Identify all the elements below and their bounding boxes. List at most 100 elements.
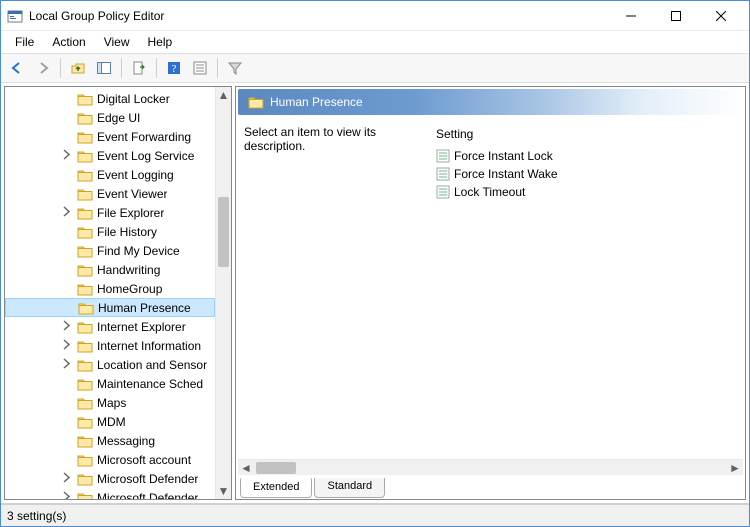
window-title: Local Group Policy Editor bbox=[29, 9, 164, 23]
tree-item[interactable]: Edge UI bbox=[5, 108, 215, 127]
folder-icon bbox=[77, 92, 93, 106]
folder-icon bbox=[77, 339, 93, 353]
toolbar: ? bbox=[1, 53, 749, 83]
help-button[interactable]: ? bbox=[162, 56, 186, 80]
tree-item[interactable]: Handwriting bbox=[5, 260, 215, 279]
expand-icon[interactable] bbox=[61, 491, 72, 499]
export-button[interactable] bbox=[127, 56, 151, 80]
setting-item[interactable]: Lock Timeout bbox=[434, 183, 741, 201]
tree-item[interactable]: Internet Explorer bbox=[5, 317, 215, 336]
settings-column-header[interactable]: Setting bbox=[434, 125, 741, 147]
folder-icon bbox=[77, 453, 93, 467]
folder-icon bbox=[77, 396, 93, 410]
policy-icon bbox=[436, 149, 450, 163]
folder-icon bbox=[77, 149, 93, 163]
tree-item[interactable]: Maps bbox=[5, 393, 215, 412]
folder-icon bbox=[77, 206, 93, 220]
tree-item[interactable]: Find My Device bbox=[5, 241, 215, 260]
tree-item-label: Event Viewer bbox=[97, 187, 167, 201]
folder-icon bbox=[77, 377, 93, 391]
folder-icon bbox=[78, 301, 94, 315]
app-icon bbox=[7, 8, 23, 24]
detail-pane: Human Presence Select an item to view it… bbox=[235, 86, 746, 500]
scroll-left-icon[interactable]: ◄ bbox=[238, 461, 254, 475]
folder-icon bbox=[77, 472, 93, 486]
scroll-thumb-h[interactable] bbox=[256, 462, 296, 474]
tree-item-label: Internet Information bbox=[97, 339, 201, 353]
filter-button[interactable] bbox=[223, 56, 247, 80]
tree-item-label: Location and Sensor bbox=[97, 358, 207, 372]
maximize-button[interactable] bbox=[653, 2, 698, 30]
expand-icon[interactable] bbox=[61, 472, 72, 483]
folder-icon bbox=[77, 263, 93, 277]
detail-h-scrollbar[interactable]: ◄ ► bbox=[238, 459, 743, 475]
tree-item[interactable]: Microsoft Defender bbox=[5, 488, 215, 499]
minimize-button[interactable] bbox=[608, 2, 653, 30]
tree-item[interactable]: Event Logging bbox=[5, 165, 215, 184]
policy-icon bbox=[436, 185, 450, 199]
tree-item-label: File History bbox=[97, 225, 157, 239]
tab-extended[interactable]: Extended bbox=[240, 478, 312, 498]
expand-icon[interactable] bbox=[61, 320, 72, 331]
tree-item[interactable]: File Explorer bbox=[5, 203, 215, 222]
tree-item[interactable]: Event Viewer bbox=[5, 184, 215, 203]
scroll-right-icon[interactable]: ► bbox=[727, 461, 743, 475]
tree-item-label: Maps bbox=[97, 396, 126, 410]
tree-item-label: Handwriting bbox=[97, 263, 160, 277]
tab-standard[interactable]: Standard bbox=[314, 478, 385, 498]
menu-view[interactable]: View bbox=[96, 33, 138, 51]
setting-label: Lock Timeout bbox=[454, 185, 525, 199]
tree-item-label: Internet Explorer bbox=[97, 320, 186, 334]
toolbar-separator bbox=[217, 58, 218, 78]
scroll-up-icon[interactable]: ▲ bbox=[216, 87, 231, 103]
tree-item[interactable]: Human Presence bbox=[5, 298, 215, 317]
scroll-thumb[interactable] bbox=[218, 197, 229, 267]
tree-item[interactable]: Digital Locker bbox=[5, 89, 215, 108]
detail-header-title: Human Presence bbox=[270, 95, 363, 109]
up-level-button[interactable] bbox=[66, 56, 90, 80]
expand-icon[interactable] bbox=[61, 339, 72, 350]
tree-item-label: Find My Device bbox=[97, 244, 180, 258]
tree-item[interactable]: MDM bbox=[5, 412, 215, 431]
expand-icon[interactable] bbox=[61, 149, 72, 160]
properties-button[interactable] bbox=[188, 56, 212, 80]
content-area: Digital LockerEdge UIEvent ForwardingEve… bbox=[1, 83, 749, 504]
menubar: File Action View Help bbox=[1, 31, 749, 53]
tree-item[interactable]: Microsoft account bbox=[5, 450, 215, 469]
tree-item[interactable]: Internet Information bbox=[5, 336, 215, 355]
detail-tabs: Extended Standard bbox=[236, 477, 745, 499]
close-button[interactable] bbox=[698, 2, 743, 30]
folder-icon bbox=[77, 130, 93, 144]
folder-icon bbox=[77, 320, 93, 334]
toolbar-separator bbox=[121, 58, 122, 78]
tree-item-label: Digital Locker bbox=[97, 92, 170, 106]
tree-item[interactable]: Event Log Service bbox=[5, 146, 215, 165]
expand-icon[interactable] bbox=[61, 358, 72, 369]
tree-item[interactable]: Microsoft Defender bbox=[5, 469, 215, 488]
show-hide-tree-button[interactable] bbox=[92, 56, 116, 80]
tree-item-label: Human Presence bbox=[98, 301, 191, 315]
tree-item-label: Microsoft Defender bbox=[97, 491, 198, 500]
setting-item[interactable]: Force Instant Lock bbox=[434, 147, 741, 165]
tree-item[interactable]: Event Forwarding bbox=[5, 127, 215, 146]
folder-icon bbox=[77, 168, 93, 182]
menu-action[interactable]: Action bbox=[44, 33, 93, 51]
folder-icon bbox=[77, 244, 93, 258]
tree-item[interactable]: Location and Sensor bbox=[5, 355, 215, 374]
menu-help[interactable]: Help bbox=[140, 33, 181, 51]
setting-label: Force Instant Lock bbox=[454, 149, 553, 163]
tree-item[interactable]: HomeGroup bbox=[5, 279, 215, 298]
folder-icon bbox=[248, 95, 264, 109]
forward-button[interactable] bbox=[31, 56, 55, 80]
scroll-down-icon[interactable]: ▼ bbox=[216, 483, 231, 499]
tree-item[interactable]: File History bbox=[5, 222, 215, 241]
tree-item-label: Microsoft account bbox=[97, 453, 191, 467]
menu-file[interactable]: File bbox=[7, 33, 42, 51]
tree-scrollbar[interactable]: ▲ ▼ bbox=[215, 87, 231, 499]
folder-icon bbox=[77, 434, 93, 448]
expand-icon[interactable] bbox=[61, 206, 72, 217]
tree-item[interactable]: Maintenance Sched bbox=[5, 374, 215, 393]
back-button[interactable] bbox=[5, 56, 29, 80]
setting-item[interactable]: Force Instant Wake bbox=[434, 165, 741, 183]
tree-item[interactable]: Messaging bbox=[5, 431, 215, 450]
